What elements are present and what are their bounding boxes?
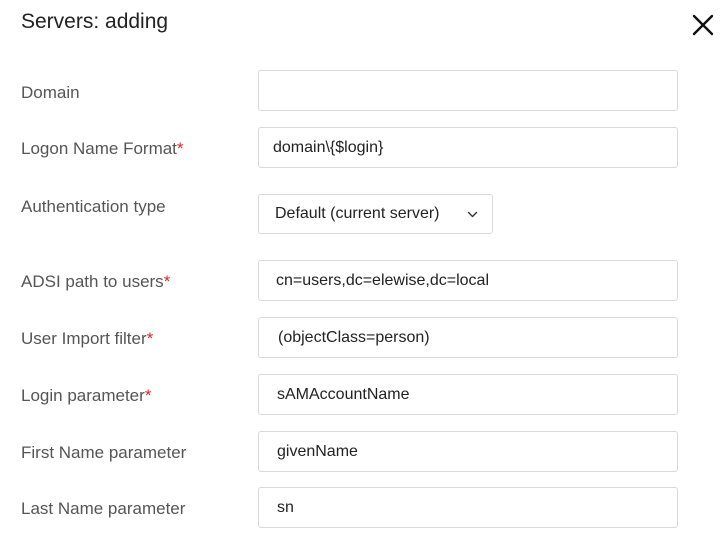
- first-name-parameter-label: First Name parameter: [21, 443, 187, 462]
- close-icon: [692, 14, 714, 36]
- last-name-parameter-label: Last Name parameter: [21, 499, 186, 518]
- add-server-dialog: Servers: adding Domain Logon Name Format…: [0, 0, 728, 540]
- user-import-filter-input[interactable]: (objectClass=person): [258, 317, 678, 358]
- adsi-path-input[interactable]: cn=users,dc=elewise,dc=local: [258, 260, 678, 301]
- authentication-type-select[interactable]: Default (current server): [258, 194, 493, 234]
- required-marker: *: [176, 139, 184, 158]
- first-name-parameter-input[interactable]: givenName: [258, 431, 678, 472]
- required-marker: *: [146, 329, 154, 348]
- dialog-title: Servers: adding: [21, 10, 169, 33]
- required-marker: *: [163, 272, 171, 291]
- last-name-parameter-input[interactable]: sn: [258, 487, 678, 528]
- required-marker: *: [144, 386, 152, 405]
- login-parameter-label: Login parameter*: [21, 386, 152, 405]
- domain-input[interactable]: [258, 70, 678, 111]
- adsi-path-label: ADSI path to users*: [21, 272, 171, 291]
- user-import-filter-label: User Import filter*: [21, 329, 154, 348]
- logon-name-format-input[interactable]: domain\{$login}: [258, 127, 678, 168]
- authentication-type-label: Authentication type: [21, 197, 166, 216]
- logon-name-format-label: Logon Name Format*: [21, 139, 184, 158]
- authentication-type-value: Default (current server): [275, 205, 440, 222]
- close-button[interactable]: [690, 12, 716, 38]
- chevron-down-icon: [467, 211, 478, 218]
- login-parameter-input[interactable]: sAMAccountName: [258, 374, 678, 415]
- domain-label: Domain: [21, 83, 80, 102]
